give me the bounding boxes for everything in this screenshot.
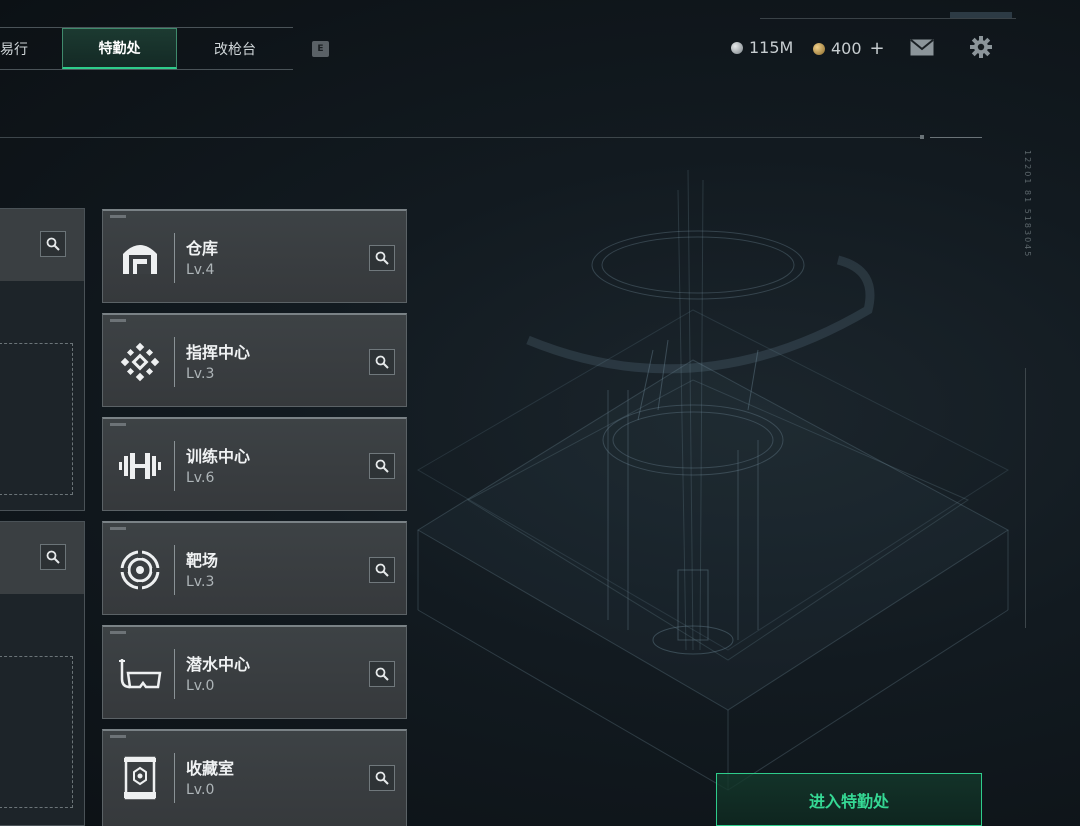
gold-coin-icon — [813, 42, 825, 55]
card-tag — [110, 527, 126, 530]
silver-coin-icon — [731, 41, 743, 54]
facility-name: 仓库 — [186, 239, 219, 258]
tab-special-ops[interactable]: 特勤处 — [62, 28, 177, 69]
header-separator — [0, 137, 922, 138]
facility-search-button[interactable] — [369, 349, 395, 375]
command-center-icon — [117, 339, 163, 385]
top-deco-tag — [950, 12, 1012, 18]
card-divider — [174, 441, 175, 491]
facility-name: 靶场 — [186, 551, 219, 570]
facility-level: Lv.4 — [186, 262, 215, 278]
left-panel-bottom-search-button[interactable] — [40, 544, 66, 570]
hotkey-hint: E — [312, 41, 329, 57]
facility-search-button[interactable] — [369, 765, 395, 791]
card-tag — [110, 735, 126, 738]
diving-mask-icon — [117, 651, 163, 697]
base-hologram — [417, 169, 1010, 791]
card-divider — [174, 337, 175, 387]
facility-card-training-center[interactable]: 训练中心 Lv.6 — [102, 417, 407, 511]
facility-level: Lv.3 — [186, 574, 215, 590]
magnifier-icon — [375, 251, 389, 265]
target-icon — [117, 547, 163, 593]
facility-search-button[interactable] — [369, 245, 395, 271]
card-divider — [174, 649, 175, 699]
separator-mark — [920, 135, 924, 139]
left-panel-top-search-button[interactable] — [40, 231, 66, 257]
tab-trade[interactable]: 易行 — [0, 28, 62, 69]
dumbbell-icon — [117, 443, 163, 489]
card-tag — [110, 631, 126, 634]
gold-currency[interactable]: 400 + — [813, 38, 885, 59]
card-tag — [110, 423, 126, 426]
left-panel-bottom-slot[interactable] — [0, 656, 73, 808]
gear-icon — [970, 36, 992, 58]
silver-amount: 115M — [749, 38, 794, 57]
facility-search-button[interactable] — [369, 453, 395, 479]
facility-card-diving-center[interactable]: 潜水中心 Lv.0 — [102, 625, 407, 719]
left-panel-top — [0, 208, 85, 511]
facility-card-shooting-range[interactable]: 靶场 Lv.3 — [102, 521, 407, 615]
top-deco-line — [760, 18, 1016, 19]
facility-level: Lv.0 — [186, 782, 215, 798]
mail-icon — [910, 38, 934, 55]
magnifier-icon — [375, 459, 389, 473]
warehouse-icon — [117, 235, 163, 281]
enter-special-ops-button[interactable]: 进入特勤处 — [716, 773, 982, 826]
magnifier-icon — [46, 550, 60, 564]
silver-currency: 115M — [731, 38, 793, 57]
card-tag — [110, 319, 126, 322]
card-divider — [174, 753, 175, 803]
facility-card-collection-room[interactable]: 收藏室 Lv.0 — [102, 729, 407, 826]
separator-accent — [930, 137, 982, 138]
facility-level: Lv.3 — [186, 366, 215, 382]
collection-case-icon — [117, 755, 163, 801]
facility-card-warehouse[interactable]: 仓库 Lv.4 — [102, 209, 407, 303]
card-tag — [110, 215, 126, 218]
facility-name: 潜水中心 — [186, 655, 251, 674]
tabbar-bottom-border — [0, 69, 293, 70]
facility-name: 指挥中心 — [186, 343, 251, 362]
left-panel-top-slot[interactable] — [0, 343, 73, 495]
facility-level: Lv.6 — [186, 470, 215, 486]
left-panel-top-header — [0, 209, 84, 281]
magnifier-icon — [46, 237, 60, 251]
facility-name: 收藏室 — [186, 759, 235, 778]
tab-bar: 易行 特勤处 改枪台 — [0, 28, 293, 69]
facility-search-button[interactable] — [369, 557, 395, 583]
facility-name: 训练中心 — [186, 447, 251, 466]
settings-button[interactable] — [968, 36, 994, 58]
facility-card-command-center[interactable]: 指挥中心 Lv.3 — [102, 313, 407, 407]
card-divider — [174, 233, 175, 283]
facility-search-button[interactable] — [369, 661, 395, 687]
magnifier-icon — [375, 355, 389, 369]
magnifier-icon — [375, 771, 389, 785]
left-panel-bottom — [0, 521, 85, 826]
card-divider — [174, 545, 175, 595]
gold-amount: 400 — [831, 39, 862, 58]
magnifier-icon — [375, 563, 389, 577]
magnifier-icon — [375, 667, 389, 681]
tab-gunsmith[interactable]: 改枪台 — [177, 28, 293, 69]
add-currency-icon[interactable]: + — [870, 38, 885, 59]
left-panel-bottom-header — [0, 522, 84, 594]
mail-button[interactable] — [909, 36, 935, 58]
facility-level: Lv.0 — [186, 678, 215, 694]
